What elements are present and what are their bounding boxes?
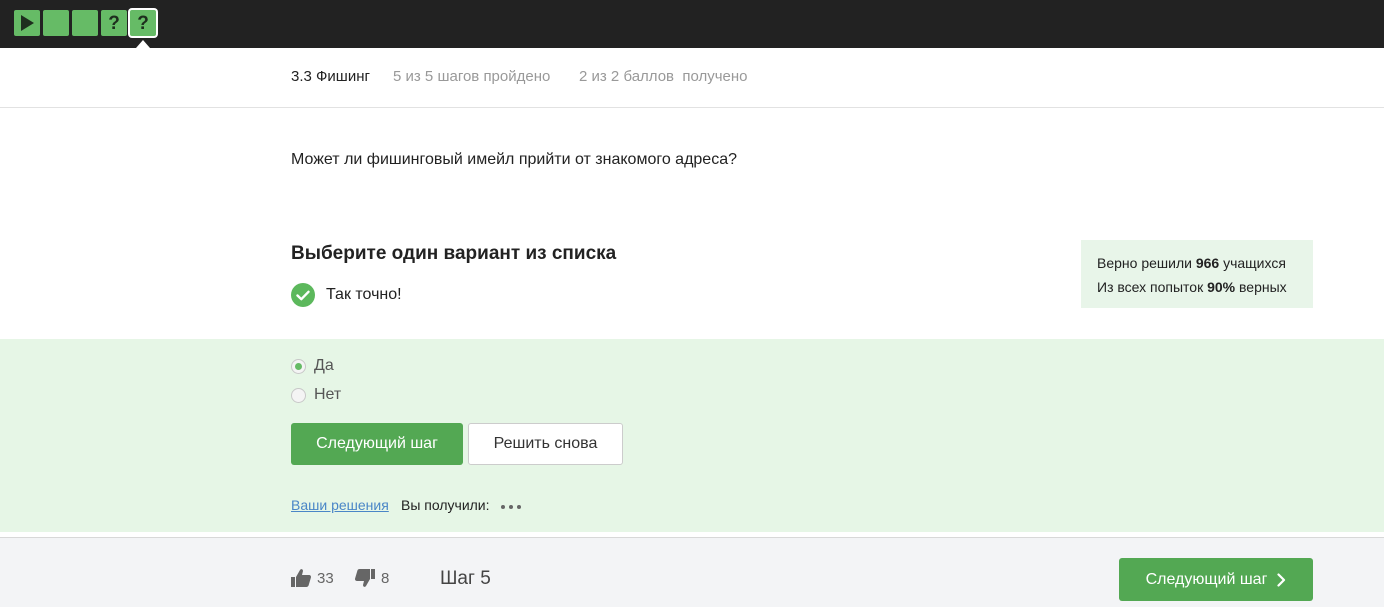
feedback-correct: Так точно!	[291, 283, 402, 307]
checkmark-icon	[291, 283, 315, 307]
option-yes[interactable]: Да	[291, 356, 334, 376]
lesson-score: 2 из 2 баллов получено	[579, 68, 748, 85]
step-5-quiz-button-active[interactable]: ?	[130, 10, 156, 36]
like-button[interactable]: 33	[290, 568, 334, 588]
dislike-button[interactable]: 8	[354, 568, 389, 588]
your-solutions-link[interactable]: Ваши решения	[291, 497, 389, 513]
answer-area: Да Нет Следующий шаг Решить снова Ваши р…	[0, 339, 1384, 532]
step-footer: 33 8 Шаг 5 Следующий шаг	[0, 538, 1384, 607]
option-no[interactable]: Нет	[291, 385, 341, 405]
step-label: Шаг 5	[440, 568, 491, 589]
stats-solved-count: 966	[1195, 255, 1220, 271]
stats-percent-prefix: Из всех попыток	[1097, 279, 1208, 295]
quiz-instruction: Выберите один вариант из списка	[291, 243, 617, 264]
step-3-button[interactable]	[72, 10, 98, 36]
question-icon: ?	[108, 12, 120, 34]
stats-solved-line: Верно решили 966 учащихся	[1097, 251, 1297, 275]
radio-selected[interactable]	[291, 358, 306, 374]
more-dots-icon[interactable]	[501, 505, 521, 509]
lesson-title[interactable]: 3.3 Фишинг	[291, 68, 370, 85]
footer-next-label: Следующий шаг	[1145, 570, 1268, 588]
active-step-indicator	[136, 40, 150, 48]
stats-solved-prefix: Верно решили	[1097, 255, 1196, 271]
chevron-right-icon	[1277, 572, 1286, 587]
play-icon	[21, 15, 34, 31]
stats-percent-line: Из всех попыток 90% верных	[1097, 275, 1297, 299]
radio-unselected[interactable]	[291, 387, 306, 403]
radio-dot	[295, 362, 302, 370]
option-label: Да	[314, 357, 334, 374]
footer-next-step-button[interactable]: Следующий шаг	[1119, 558, 1313, 601]
likes-count: 33	[317, 569, 334, 587]
stats-percent-value: 90%	[1207, 279, 1236, 295]
dislikes-count: 8	[381, 569, 390, 587]
step-navigation-bar: ? ?	[0, 0, 1384, 48]
step-2-button[interactable]	[43, 10, 69, 36]
option-label: Нет	[314, 386, 342, 403]
retry-button[interactable]: Решить снова	[468, 423, 623, 465]
received-label: Вы получили:	[401, 497, 490, 513]
thumbs-down-icon	[354, 569, 375, 587]
thumbs-up-icon	[291, 569, 312, 587]
question-icon: ?	[137, 12, 149, 34]
next-step-button[interactable]: Следующий шаг	[291, 423, 463, 465]
lesson-steps-progress: 5 из 5 шагов пройдено	[393, 68, 551, 85]
solution-stats: Верно решили 966 учащихся Из всех попыто…	[1081, 240, 1313, 308]
stats-solved-suffix: учащихся	[1219, 255, 1286, 271]
feedback-text: Так точно!	[326, 286, 402, 303]
stats-percent-suffix: верных	[1235, 279, 1287, 295]
question-text: Может ли фишинговый имейл прийти от знак…	[291, 151, 737, 168]
lesson-header: 3.3 Фишинг 5 из 5 шагов пройдено 2 из 2 …	[0, 48, 1384, 108]
step-4-quiz-button[interactable]: ?	[101, 10, 127, 36]
step-1-video-button[interactable]	[14, 10, 40, 36]
